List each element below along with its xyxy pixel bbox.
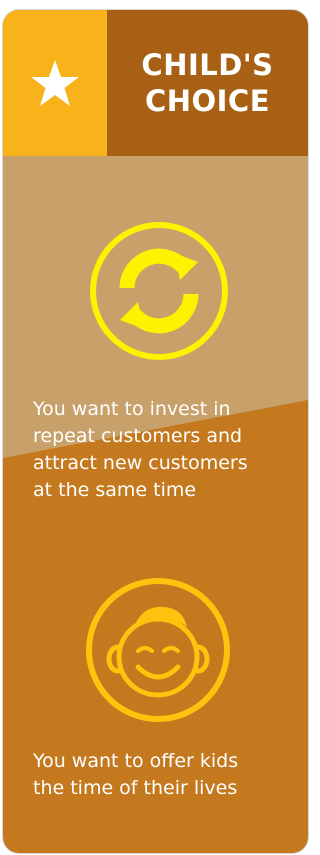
feature-2-text: You want to offer kids the time of their… <box>33 748 238 802</box>
star-badge <box>3 10 107 156</box>
card-title-line-2: CHOICE <box>144 84 271 118</box>
card-title: CHILD'S CHOICE <box>141 47 273 119</box>
feature-1-icon-wrap <box>88 220 230 366</box>
card-header: CHILD'S CHOICE <box>3 10 308 156</box>
feature-2-line-2: the time of their lives <box>33 777 238 799</box>
feature-2-icon-wrap <box>83 575 233 729</box>
refresh-icon <box>90 222 228 360</box>
feature-1-line-2: repeat customers and <box>33 425 243 447</box>
child-face-icon <box>86 578 230 722</box>
feature-1-line-1: You want to invest in <box>33 398 231 420</box>
feature-1-text: You want to invest in repeat customers a… <box>33 396 248 504</box>
childs-choice-card: CHILD'S CHOICE You want to invest in rep… <box>3 10 308 853</box>
feature-2-line-1: You want to offer kids <box>33 750 239 772</box>
feature-1-line-3: attract new customers <box>33 452 248 474</box>
star-icon <box>31 60 79 106</box>
feature-1-line-4: at the same time <box>33 479 197 501</box>
card-title-line-1: CHILD'S <box>141 48 274 82</box>
title-banner: CHILD'S CHOICE <box>107 10 308 156</box>
